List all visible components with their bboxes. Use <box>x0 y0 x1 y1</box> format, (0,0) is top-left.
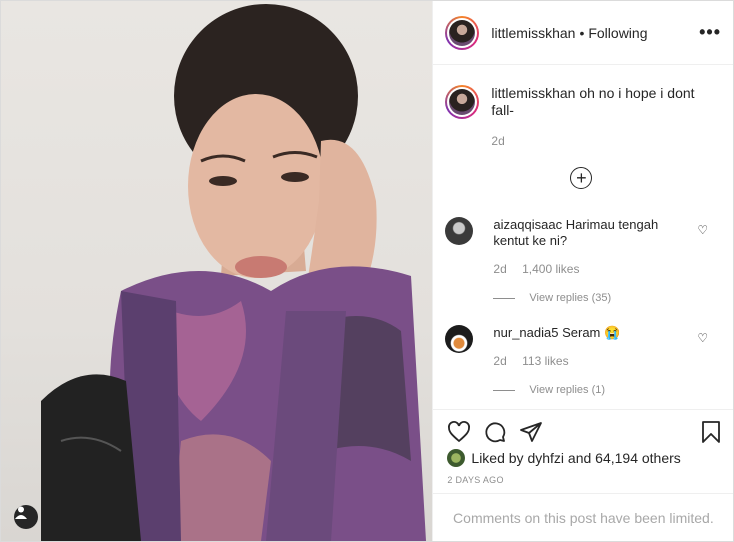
comment-icon[interactable] <box>483 420 507 444</box>
caption-avatar[interactable] <box>445 85 480 119</box>
view-replies-label: View replies (1) <box>529 384 606 396</box>
post-sidebar: littlemisskhan • Following ••• littlemis… <box>432 1 734 542</box>
comment-age: 2d <box>493 262 507 276</box>
liker-avatar[interactable] <box>447 449 466 467</box>
bookmark-icon[interactable] <box>699 420 723 444</box>
view-replies-button[interactable]: View replies (35) <box>493 292 611 304</box>
load-more-comments-icon[interactable]: + <box>570 167 593 189</box>
likes-prefix: Liked by <box>471 450 524 466</box>
more-options-icon[interactable]: ••• <box>699 22 721 43</box>
header-separator: • <box>579 24 585 41</box>
following-button[interactable]: Following <box>588 25 647 41</box>
caption-age: 2d <box>491 134 505 148</box>
comment-age: 2d <box>493 354 507 368</box>
share-icon[interactable] <box>519 420 543 444</box>
author-avatar[interactable] <box>445 15 480 50</box>
user-tag-icon[interactable] <box>14 505 38 529</box>
comment-meta: 2d 1,400 likes <box>493 262 591 276</box>
comment-username[interactable]: aizaqqisaac <box>493 217 562 232</box>
comment-meta: 2d 113 likes <box>493 354 580 368</box>
comment-heart-icon[interactable]: ♡ <box>697 223 708 237</box>
view-replies-button[interactable]: View replies (1) <box>493 384 605 396</box>
comment-heart-icon[interactable]: ♡ <box>697 331 708 345</box>
comment-avatar[interactable] <box>445 325 474 353</box>
liker-username[interactable]: dyhfzi <box>527 450 564 466</box>
post-caption: littlemisskhan oh no i hope i dont fall-… <box>433 65 733 150</box>
action-bar <box>433 409 734 450</box>
caption-username[interactable]: littlemisskhan <box>491 85 575 101</box>
view-replies-label: View replies (35) <box>529 292 612 304</box>
heart-icon[interactable] <box>447 420 471 444</box>
author-username[interactable]: littlemisskhan <box>491 25 575 41</box>
comment-avatar[interactable] <box>445 217 474 245</box>
comment-likes[interactable]: 113 likes <box>522 354 568 368</box>
post-photo[interactable] <box>1 1 433 541</box>
comment-likes[interactable]: 1,400 likes <box>522 262 579 276</box>
likes-count[interactable]: 64,194 others <box>595 450 681 466</box>
post-header: littlemisskhan • Following ••• <box>433 1 733 65</box>
post-date[interactable]: 2 DAYS AGO <box>447 475 503 485</box>
likes-middle: and <box>567 450 592 466</box>
comment-username[interactable]: nur_nadia5 <box>493 325 558 340</box>
likes-summary: Liked by dyhfzi and 64,194 others <box>447 449 681 467</box>
comments-limited-notice: Comments on this post have been limited. <box>433 493 734 542</box>
comment-text: Seram 😭 <box>562 325 621 340</box>
post-photo-illustration <box>41 4 426 541</box>
post-dialog: littlemisskhan • Following ••• littlemis… <box>0 0 734 542</box>
